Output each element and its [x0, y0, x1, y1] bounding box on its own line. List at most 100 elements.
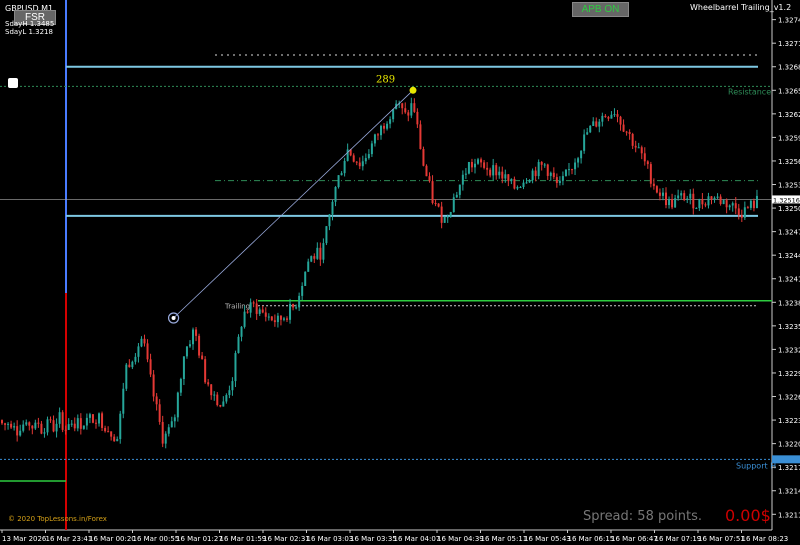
candle-body: [198, 335, 201, 356]
candle-body: [276, 315, 279, 323]
candle-body: [467, 161, 470, 174]
candle-body: [519, 186, 522, 188]
candle-body: [410, 103, 413, 116]
candle-body: [155, 396, 158, 405]
candle-body: [107, 431, 110, 433]
candle-body: [522, 182, 525, 187]
candle-body: [713, 197, 716, 200]
candle-body: [116, 439, 119, 442]
candle-body: [719, 196, 722, 205]
candle-body: [464, 173, 467, 175]
time-tick-label: 16 Mar 03:03: [307, 535, 354, 543]
candle-body: [692, 193, 695, 209]
candle-body: [380, 125, 382, 136]
candle-body: [483, 162, 486, 168]
candle-body: [564, 169, 567, 177]
candle-body: [625, 131, 628, 133]
candle-body: [122, 388, 125, 414]
candle-body: [516, 186, 519, 189]
candle-body: [261, 309, 264, 313]
price-axis: 1.32745 1.32715 1.32685 1.32655 1.32625 1.325…: [772, 17, 800, 519]
candle-body: [561, 176, 564, 181]
time-tick-label: 16 Mar 00:55: [133, 535, 180, 543]
candle-body: [755, 195, 758, 209]
candle-body: [746, 207, 749, 209]
candle-body: [252, 302, 255, 304]
candle-body: [425, 165, 428, 177]
candle-body: [110, 431, 113, 437]
candle-body: [549, 172, 552, 176]
candle-body: [331, 201, 334, 215]
candle-body: [131, 361, 134, 368]
candle-body: [652, 183, 655, 187]
candle-body: [646, 161, 649, 165]
candle-body: [434, 203, 437, 205]
candle-body: [22, 424, 25, 431]
candle-body: [722, 200, 725, 205]
price-tick-label: 1.32385: [778, 299, 800, 307]
candle-body: [149, 359, 152, 375]
candle-body: [319, 247, 322, 260]
candle-body: [698, 198, 701, 209]
candle-body: [279, 315, 282, 320]
candle-body: [243, 311, 246, 327]
candle-body: [201, 355, 204, 360]
candle-body: [85, 417, 88, 426]
candle-body: [601, 115, 604, 122]
candle-body: [167, 427, 170, 434]
price-tick-label: 1.32235: [778, 417, 800, 425]
candle-body: [307, 261, 310, 272]
candle-body: [101, 413, 104, 428]
candle-body: [446, 216, 449, 218]
candle-body: [401, 103, 404, 109]
candle-body: [531, 170, 534, 181]
candle-body: [361, 161, 364, 167]
candle-body: [19, 430, 22, 436]
candle-body: [352, 155, 355, 162]
candle-body: [431, 181, 434, 204]
price-chart[interactable]: Resistance 1.32516 Trailing Support H 289 1…: [0, 0, 800, 545]
candle-body: [173, 417, 176, 422]
candle-body: [477, 159, 480, 164]
candle-body: [34, 422, 37, 429]
time-tick-label: 16 Mar 06:47: [611, 535, 658, 543]
candle-body: [683, 193, 686, 201]
candle-body: [528, 180, 531, 183]
resistance-label: Resistance: [728, 87, 771, 96]
price-tick-label: 1.32295: [778, 370, 800, 378]
chart-object-handle[interactable]: [8, 78, 18, 88]
sdayl-info: SdayL 1.3218: [5, 28, 53, 36]
time-tick-label: 16 Mar 06:15: [568, 535, 615, 543]
candle-body: [289, 303, 292, 320]
candle-body: [473, 163, 476, 168]
price-tick-label: 1.32145: [778, 488, 800, 496]
candle-body: [91, 414, 94, 423]
candle-body: [295, 307, 298, 309]
candle-body: [649, 164, 652, 184]
price-tick-label: 1.32475: [778, 229, 800, 237]
candle-body: [304, 271, 307, 286]
candle-body: [73, 423, 76, 429]
candle-body: [301, 285, 304, 296]
candle-body: [13, 426, 16, 428]
candle-body: [665, 192, 668, 206]
candle-body: [504, 174, 507, 179]
candle-body: [510, 178, 513, 182]
candle-body: [125, 364, 128, 389]
candle-body: [592, 121, 595, 126]
candle-body: [525, 182, 528, 184]
candle-body: [334, 187, 337, 202]
trailing-label: Trailing: [224, 303, 250, 311]
candle-body: [677, 195, 680, 199]
candle-body: [37, 422, 40, 424]
copyright-label: © 2020 TopLessons.in/Forex: [8, 515, 107, 523]
sdayl-label: SdayL: [5, 28, 27, 36]
candle-body: [216, 394, 219, 406]
candle-body: [161, 421, 164, 444]
candle-body: [267, 316, 270, 318]
candle-body: [1, 420, 3, 424]
candle-body: [231, 381, 234, 391]
candle-body: [595, 121, 598, 127]
candle-body: [170, 421, 173, 428]
apb-button[interactable]: APB ON: [572, 2, 629, 17]
